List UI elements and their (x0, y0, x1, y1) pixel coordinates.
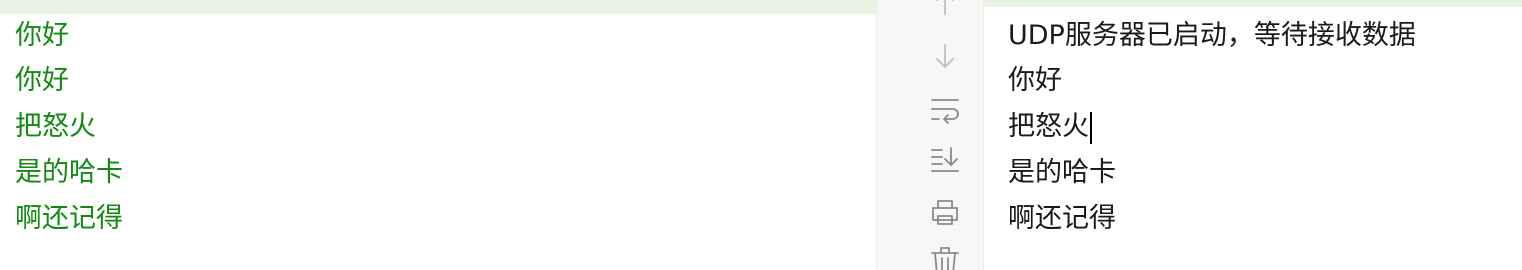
run-console-window: 你好 你好 把怒火 是的哈卡 啊还记得 UDP服务器已启动，等待接收数据 你好 … (0, 0, 1522, 270)
console-line: 把怒火 (15, 111, 96, 142)
print-icon[interactable] (929, 196, 961, 228)
trash-icon[interactable] (929, 244, 961, 270)
highlighted-line-strip (0, 0, 876, 14)
soft-wrap-icon[interactable] (929, 94, 961, 126)
arrow-up-icon[interactable] (929, 0, 961, 18)
console-line: 是的哈卡 (1008, 157, 1116, 188)
console-line: 你好 (15, 20, 69, 51)
console-line: 你好 (15, 65, 69, 96)
console-line-text: 把怒火 (1008, 111, 1089, 142)
console-line: 啊还记得 (1008, 203, 1116, 234)
highlighted-line-strip (984, 0, 1522, 7)
console-line-with-caret[interactable]: 把怒火 (1008, 110, 1092, 144)
console-line: 啊还记得 (15, 203, 123, 234)
server-console-output[interactable]: UDP服务器已启动，等待接收数据 你好 把怒火 是的哈卡 啊还记得 (984, 0, 1522, 270)
client-console-output[interactable]: 你好 你好 把怒火 是的哈卡 啊还记得 (0, 0, 876, 270)
console-line: 你好 (1008, 65, 1062, 96)
arrow-down-icon[interactable] (929, 41, 961, 73)
scroll-to-end-icon[interactable] (929, 142, 961, 174)
text-caret (1090, 111, 1092, 144)
console-line: 是的哈卡 (15, 157, 123, 188)
console-toolbar (876, 0, 984, 270)
console-line: UDP服务器已启动，等待接收数据 (1008, 20, 1416, 51)
